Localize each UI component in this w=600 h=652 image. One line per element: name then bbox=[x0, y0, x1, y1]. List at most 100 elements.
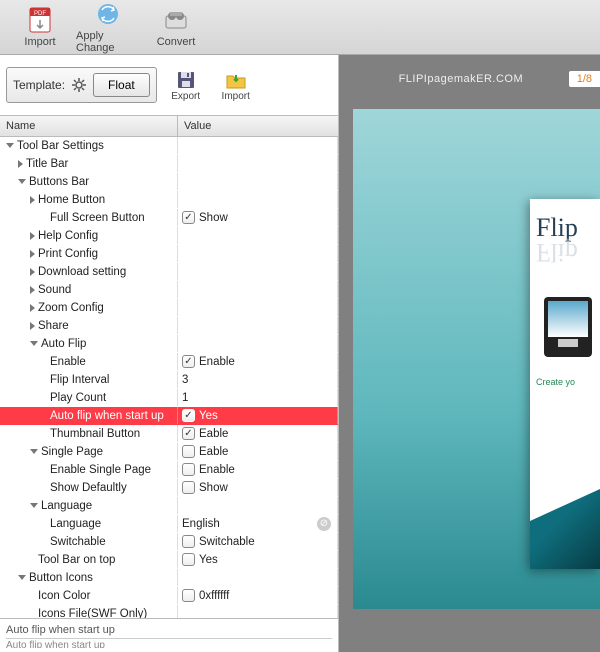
cell-value[interactable] bbox=[178, 497, 338, 514]
checkbox[interactable] bbox=[182, 535, 195, 548]
cell-value[interactable] bbox=[178, 263, 338, 280]
chevron-down-icon[interactable] bbox=[30, 449, 38, 454]
checkbox[interactable]: ✓ bbox=[182, 355, 195, 368]
float-button[interactable]: Float bbox=[93, 73, 150, 97]
cell-value[interactable] bbox=[178, 569, 338, 586]
chevron-down-icon[interactable] bbox=[30, 503, 38, 508]
cell-value[interactable]: ✓Yes bbox=[178, 407, 338, 424]
chevron-down-icon[interactable] bbox=[18, 575, 26, 580]
cell-name[interactable]: Enable bbox=[0, 353, 178, 370]
chevron-right-icon[interactable] bbox=[18, 160, 23, 168]
cell-name[interactable]: Language bbox=[0, 515, 178, 532]
cell-name[interactable]: Switchable bbox=[0, 533, 178, 550]
grid-row[interactable]: Auto flip when start up✓Yes bbox=[0, 407, 338, 425]
cell-name[interactable]: Title Bar bbox=[0, 155, 178, 172]
cell-value[interactable] bbox=[178, 155, 338, 172]
grid-row[interactable]: Show DefaultlyShow bbox=[0, 479, 338, 497]
cell-value[interactable]: ✓Enable bbox=[178, 353, 338, 370]
edit-icon[interactable]: ⊘ bbox=[317, 517, 331, 531]
chevron-right-icon[interactable] bbox=[30, 196, 35, 204]
cell-value[interactable] bbox=[178, 191, 338, 208]
cell-value[interactable] bbox=[178, 173, 338, 190]
cell-name[interactable]: Thumbnail Button bbox=[0, 425, 178, 442]
grid-row[interactable]: LanguageEnglish⊘ bbox=[0, 515, 338, 533]
chevron-right-icon[interactable] bbox=[30, 286, 35, 294]
cell-name[interactable]: Tool Bar on top bbox=[0, 551, 178, 568]
grid-row[interactable]: Tool Bar Settings bbox=[0, 137, 338, 155]
grid-row[interactable]: Buttons Bar bbox=[0, 173, 338, 191]
checkbox[interactable] bbox=[182, 463, 195, 476]
cell-name[interactable]: Sound bbox=[0, 281, 178, 298]
cell-value[interactable]: Show bbox=[178, 479, 338, 496]
grid-row[interactable]: Flip Interval3 bbox=[0, 371, 338, 389]
cell-name[interactable]: Zoom Config bbox=[0, 299, 178, 316]
chevron-down-icon[interactable] bbox=[6, 143, 14, 148]
cell-value[interactable]: Eable bbox=[178, 443, 338, 460]
cell-name[interactable]: Single Page bbox=[0, 443, 178, 460]
cell-name[interactable]: Show Defaultly bbox=[0, 479, 178, 496]
cell-value[interactable] bbox=[178, 317, 338, 334]
grid-row[interactable]: Button Icons bbox=[0, 569, 338, 587]
cell-name[interactable]: Play Count bbox=[0, 389, 178, 406]
cell-name[interactable]: Share bbox=[0, 317, 178, 334]
cell-name[interactable]: Flip Interval bbox=[0, 371, 178, 388]
cell-value[interactable]: Enable bbox=[178, 461, 338, 478]
grid-row[interactable]: Title Bar bbox=[0, 155, 338, 173]
chevron-right-icon[interactable] bbox=[30, 250, 35, 258]
grid-row[interactable]: Download setting bbox=[0, 263, 338, 281]
cell-name[interactable]: Home Button bbox=[0, 191, 178, 208]
grid-rows[interactable]: Tool Bar SettingsTitle BarButtons BarHom… bbox=[0, 137, 338, 618]
cell-value[interactable] bbox=[178, 227, 338, 244]
import-template-button[interactable]: Import bbox=[215, 69, 257, 102]
grid-row[interactable]: Full Screen Button✓Show bbox=[0, 209, 338, 227]
checkbox[interactable]: ✓ bbox=[182, 409, 195, 422]
checkbox[interactable] bbox=[182, 553, 195, 566]
checkbox[interactable]: ✓ bbox=[182, 427, 195, 440]
grid-row[interactable]: Thumbnail Button✓Eable bbox=[0, 425, 338, 443]
grid-row[interactable]: Auto Flip bbox=[0, 335, 338, 353]
cell-name[interactable]: Buttons Bar bbox=[0, 173, 178, 190]
grid-row[interactable]: Zoom Config bbox=[0, 299, 338, 317]
cell-name[interactable]: Auto flip when start up bbox=[0, 407, 178, 424]
checkbox[interactable] bbox=[182, 589, 195, 602]
cell-value[interactable]: ✓Show bbox=[178, 209, 338, 226]
grid-row[interactable]: Help Config bbox=[0, 227, 338, 245]
cell-value[interactable] bbox=[178, 335, 338, 352]
chevron-right-icon[interactable] bbox=[30, 322, 35, 330]
grid-row[interactable]: Share bbox=[0, 317, 338, 335]
column-header-value[interactable]: Value bbox=[178, 116, 338, 136]
cell-name[interactable]: Enable Single Page bbox=[0, 461, 178, 478]
grid-row[interactable]: Single PageEable bbox=[0, 443, 338, 461]
grid-row[interactable]: Home Button bbox=[0, 191, 338, 209]
cell-name[interactable]: Print Config bbox=[0, 245, 178, 262]
cell-value[interactable]: 3 bbox=[178, 371, 338, 388]
cell-value[interactable]: ✓Eable bbox=[178, 425, 338, 442]
import-button[interactable]: PDF Import bbox=[8, 3, 72, 51]
cell-name[interactable]: Icon Color bbox=[0, 587, 178, 604]
grid-row[interactable]: Enable✓Enable bbox=[0, 353, 338, 371]
preview-body[interactable]: Flip Flip Create yo bbox=[353, 109, 600, 609]
cell-value[interactable] bbox=[178, 137, 338, 154]
chevron-down-icon[interactable] bbox=[18, 179, 26, 184]
column-header-name[interactable]: Name bbox=[0, 116, 178, 136]
cell-value[interactable] bbox=[178, 605, 338, 618]
cell-name[interactable]: Download setting bbox=[0, 263, 178, 280]
chevron-down-icon[interactable] bbox=[30, 341, 38, 346]
cell-value[interactable]: English⊘ bbox=[178, 515, 338, 532]
cell-name[interactable]: Tool Bar Settings bbox=[0, 137, 178, 154]
grid-row[interactable]: Icon Color0xffffff bbox=[0, 587, 338, 605]
cell-name[interactable]: Icons File(SWF Only) bbox=[0, 605, 178, 618]
grid-row[interactable]: Sound bbox=[0, 281, 338, 299]
export-button[interactable]: Export bbox=[165, 69, 207, 102]
cell-name[interactable]: Button Icons bbox=[0, 569, 178, 586]
checkbox[interactable] bbox=[182, 481, 195, 494]
cell-value[interactable] bbox=[178, 245, 338, 262]
grid-row[interactable]: Icons File(SWF Only) bbox=[0, 605, 338, 618]
cell-value[interactable]: Switchable bbox=[178, 533, 338, 550]
checkbox[interactable]: ✓ bbox=[182, 211, 195, 224]
apply-change-button[interactable]: Apply Change bbox=[76, 3, 140, 51]
cell-value[interactable]: Yes bbox=[178, 551, 338, 568]
cell-name[interactable]: Full Screen Button bbox=[0, 209, 178, 226]
book-page[interactable]: Flip Flip Create yo bbox=[530, 199, 600, 569]
cell-value[interactable]: 1 bbox=[178, 389, 338, 406]
